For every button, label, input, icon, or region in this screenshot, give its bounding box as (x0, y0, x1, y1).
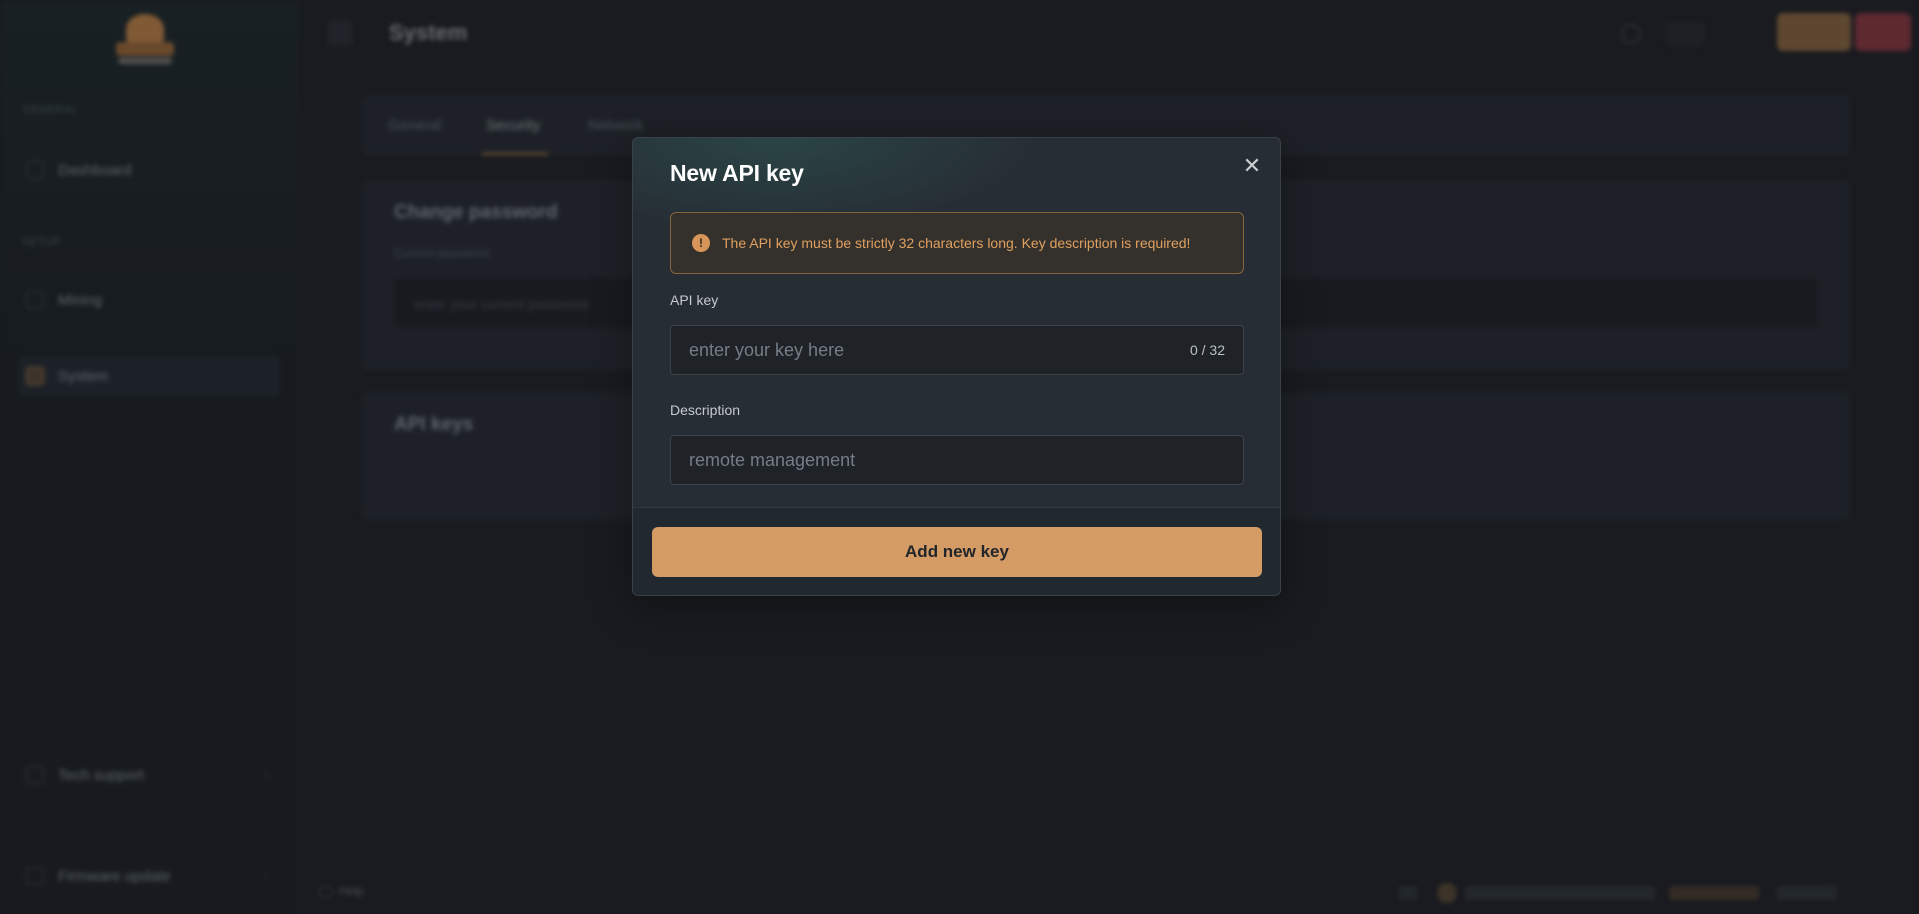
description-label: Description (670, 402, 741, 418)
alert-message: The API key must be strictly 32 characte… (722, 235, 1191, 251)
warning-icon: ! (692, 234, 710, 252)
close-icon[interactable]: ✕ (1238, 152, 1266, 180)
api-key-label: API key (670, 292, 719, 308)
character-counter: 0 / 32 (1189, 342, 1225, 358)
dialog-footer: Add new key (633, 507, 1280, 595)
dialog-title: New API key (670, 160, 804, 186)
new-api-key-dialog: New API key ✕ ! The API key must be stri… (632, 137, 1281, 596)
api-key-field: 0 / 32 (670, 325, 1244, 375)
api-key-input[interactable] (671, 326, 1243, 374)
add-new-key-button[interactable]: Add new key (652, 527, 1262, 577)
validation-alert: ! The API key must be strictly 32 charac… (670, 212, 1244, 274)
description-input[interactable] (671, 436, 1243, 484)
description-field (670, 435, 1244, 485)
